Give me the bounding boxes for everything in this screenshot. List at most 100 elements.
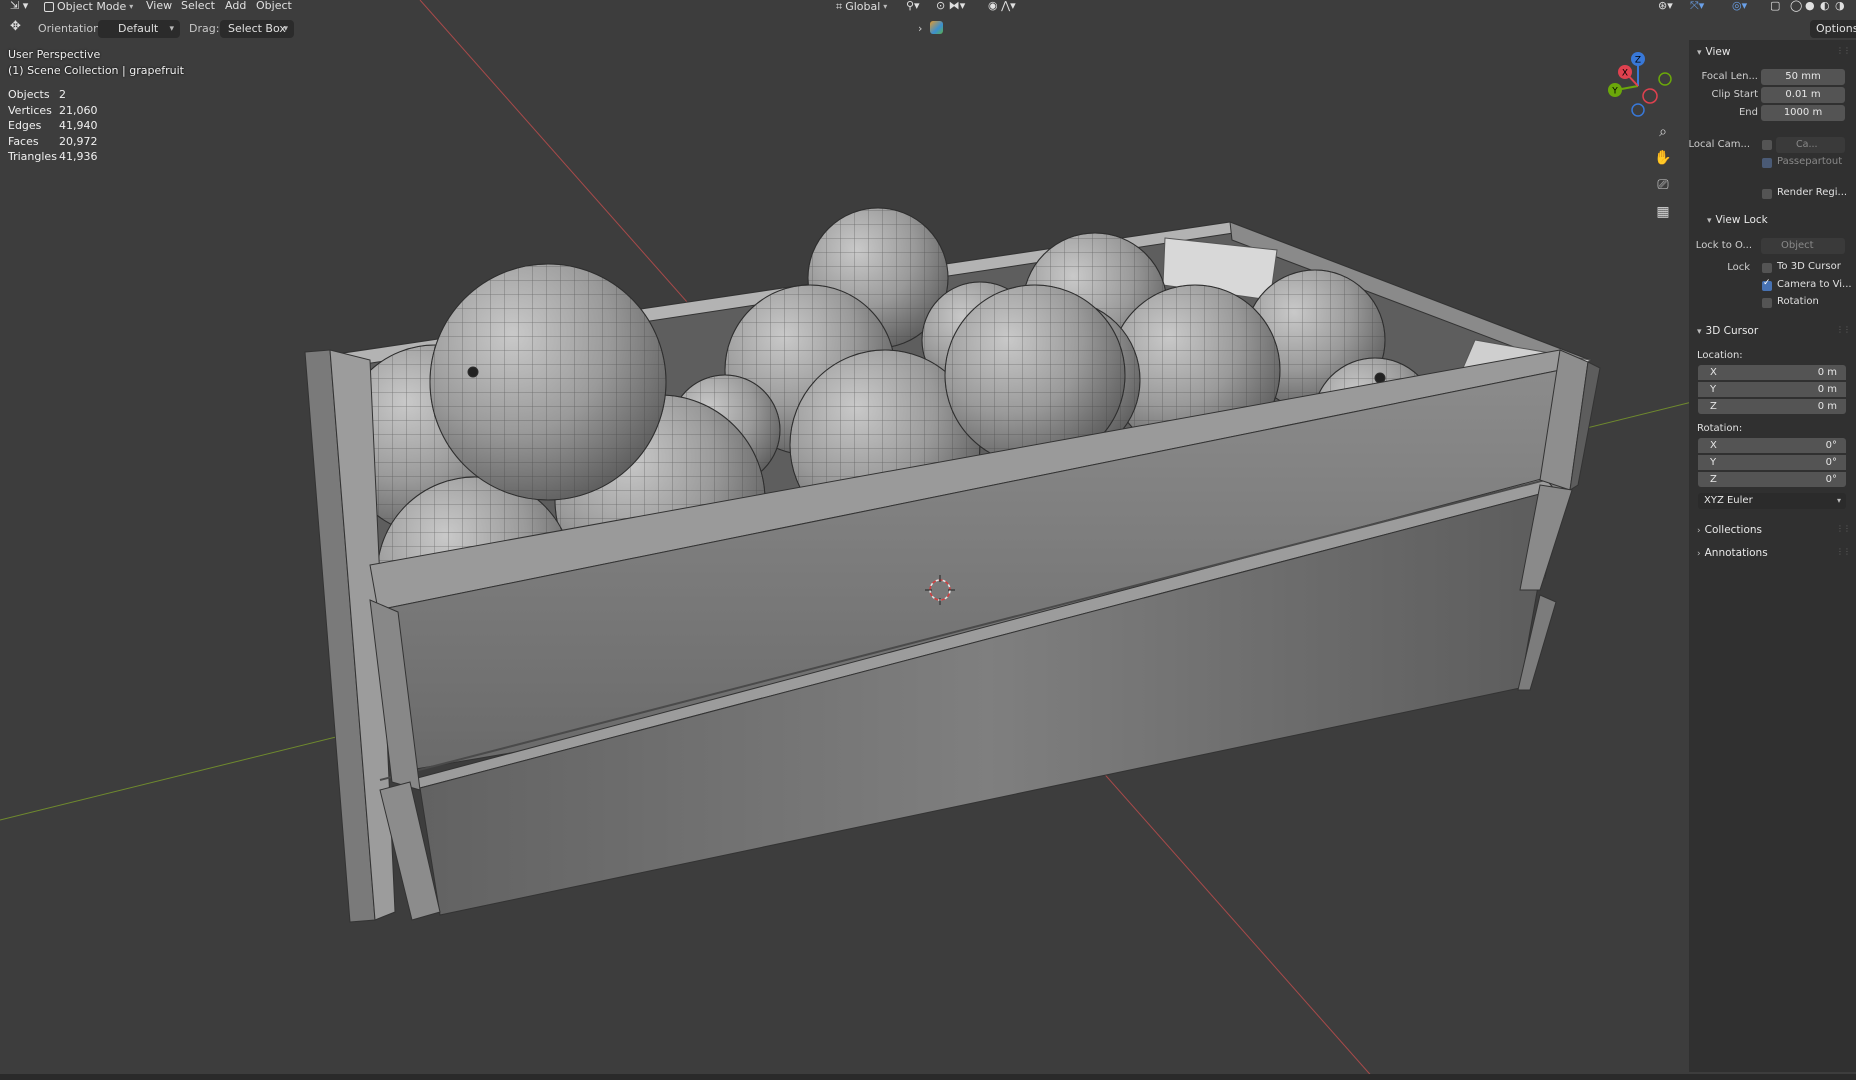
drag-grip-icon[interactable]: ⋮⋮ — [1836, 547, 1851, 556]
stat-row: Faces 20,972 — [8, 134, 98, 148]
sidebar-toggle-chevron-icon[interactable]: › — [918, 22, 922, 35]
cursor-location-z[interactable]: Z0 m — [1698, 399, 1846, 414]
chevron-down-icon: ▾ — [283, 24, 288, 34]
collections-header[interactable]: › Collections — [1697, 524, 1762, 536]
chevron-right-icon: › — [1697, 549, 1701, 559]
svg-text:Y: Y — [1611, 87, 1618, 97]
chevron-down-icon: ▾ — [1697, 327, 1702, 337]
chevron-down-icon: ▾ — [1707, 216, 1712, 226]
cursor-rotation-label: Rotation: — [1697, 423, 1743, 434]
lock-rotation-label: Rotation — [1777, 296, 1819, 307]
mode-dropdown[interactable]: Object Mode ▾ — [44, 0, 133, 13]
orientation-dropdown[interactable]: Default ▾ — [98, 20, 180, 38]
editor-type-icon[interactable]: ⇲ ▾ — [10, 0, 28, 13]
svg-text:X: X — [1622, 69, 1628, 79]
orientation-icon: ⌗ — [836, 0, 843, 13]
rendered-shading-icon[interactable]: ◑ — [1835, 0, 1845, 13]
wireframe-shading-icon[interactable]: ◯ — [1790, 0, 1802, 13]
snap-icon[interactable]: ⊙ ⧓▾ — [936, 0, 965, 13]
chevron-down-icon: ▾ — [169, 24, 174, 34]
gizmo-toggle-icon[interactable]: ⤧▾ — [1690, 0, 1704, 13]
cursor-rotation-x[interactable]: X 0° — [1698, 438, 1846, 453]
drag-grip-icon[interactable]: ⋮⋮ — [1836, 325, 1851, 334]
render-region-checkbox[interactable] — [1762, 189, 1772, 199]
cursor-rotation-z[interactable]: Z 0° — [1698, 472, 1846, 487]
menu-view[interactable]: View — [146, 0, 172, 13]
lock-to-cursor-checkbox[interactable] — [1762, 263, 1772, 273]
chevron-down-icon: ▾ — [883, 1, 888, 11]
3d-viewport[interactable] — [0, 0, 1856, 1080]
focal-length-label: Focal Len... — [1701, 71, 1758, 82]
sidebar-panel: ▾ View ⋮⋮ Focal Len... 50 mm Clip Start 0… — [1689, 40, 1856, 1072]
to-3d-cursor-label: To 3D Cursor — [1777, 261, 1841, 272]
stat-row: Objects 2 — [8, 88, 66, 101]
cursor-rotation-y[interactable]: Y 0° — [1698, 455, 1846, 470]
chevron-down-icon: ▾ — [1697, 48, 1702, 58]
cursor-location-x[interactable]: X0 m — [1698, 365, 1846, 380]
clip-start-field[interactable]: 0.01 m — [1761, 87, 1845, 103]
local-camera-field[interactable]: Ca... — [1776, 137, 1845, 153]
svg-text:Z: Z — [1635, 56, 1641, 66]
view-name: User Perspective — [8, 48, 101, 61]
proportional-edit-icon[interactable]: ◉ ⋀▾ — [988, 0, 1016, 13]
chevron-down-icon: ▾ — [129, 1, 134, 11]
focal-length-field[interactable]: 50 mm — [1761, 69, 1845, 85]
rotation-mode-dropdown[interactable]: XYZ Euler ▾ — [1698, 493, 1846, 509]
local-camera-checkbox[interactable] — [1762, 140, 1772, 150]
cursor-location-y[interactable]: Y0 m — [1698, 382, 1846, 397]
solid-shading-icon[interactable]: ● — [1805, 0, 1815, 13]
menu-object[interactable]: Object — [256, 0, 292, 13]
object-mode-icon — [44, 1, 54, 12]
pivot-icon[interactable]: ⚲▾ — [906, 0, 920, 13]
viewport-scene — [0, 0, 1701, 1080]
zoom-icon[interactable]: ⌕ — [1651, 120, 1675, 144]
viewport-header: ⇲ ▾ Object Mode ▾ View Select Add Object… — [0, 0, 1856, 13]
menu-select[interactable]: Select — [181, 0, 215, 13]
chevron-right-icon: › — [1697, 526, 1701, 536]
view-panel-header[interactable]: ▾ View — [1697, 46, 1730, 58]
drag-grip-icon[interactable]: ⋮⋮ — [1836, 46, 1851, 55]
collection-info: (1) Scene Collection | grapefruit — [8, 64, 184, 77]
overlays-icon[interactable]: ◎▾ — [1732, 0, 1747, 13]
chevron-down-icon: ▾ — [1836, 496, 1841, 505]
scene-statistics: Objects 2 Vertices 21,060 Edges 41,940 Face… — [8, 88, 98, 166]
lock-label: Lock — [1727, 262, 1750, 273]
view-lock-header[interactable]: ▾ View Lock — [1707, 214, 1768, 226]
asset-cube-icon[interactable] — [930, 21, 943, 34]
lock-to-object-field[interactable]: Object — [1761, 238, 1845, 254]
orientation-label: Orientation: — [38, 22, 104, 35]
camera-to-view-checkbox[interactable] — [1762, 278, 1772, 291]
passepartout-label: Passepartout — [1777, 156, 1843, 167]
pan-hand-icon[interactable]: ✋ — [1651, 146, 1675, 170]
cursor-location-label: Location: — [1697, 350, 1743, 361]
perspective-grid-icon[interactable]: ▦ — [1651, 200, 1675, 224]
clip-end-field[interactable]: 1000 m — [1761, 105, 1845, 121]
3d-cursor-header[interactable]: ▾ 3D Cursor — [1697, 325, 1758, 337]
drag-grip-icon[interactable]: ⋮⋮ — [1836, 524, 1851, 533]
camera-view-icon[interactable]: ⎚ — [1651, 173, 1675, 197]
lock-rotation-checkbox[interactable] — [1762, 298, 1772, 308]
clip-start-label: Clip Start — [1711, 89, 1759, 100]
tool-settings-bar: ✥ Orientation: Default ▾ Drag: Select Bo… — [0, 19, 1856, 39]
stat-row: Vertices 21,060 — [8, 103, 98, 117]
transform-orientation-dropdown[interactable]: ⌗ Global ▾ — [836, 0, 887, 13]
local-camera-label: Local Cam... — [1688, 139, 1750, 150]
transform-tool-icon[interactable]: ✥ — [10, 19, 21, 34]
drag-dropdown[interactable]: Select Box ▾ — [220, 20, 294, 38]
stat-row: Edges 41,940 — [8, 119, 98, 132]
camera-to-view-label: Camera to Vi... — [1777, 279, 1852, 290]
render-region-label: Render Regi... — [1777, 187, 1848, 198]
clip-end-label: End — [1738, 107, 1758, 118]
menu-add[interactable]: Add — [225, 0, 246, 13]
options-button[interactable]: Options — [1810, 20, 1856, 38]
status-bar — [0, 1074, 1856, 1080]
visibility-icon[interactable]: ⊛▾ — [1658, 0, 1673, 13]
orientation-gizmo[interactable]: Z Y X — [1595, 48, 1685, 123]
stat-row: Triangles 41,936 — [8, 150, 98, 163]
lock-to-object-label: Lock to O... — [1695, 240, 1752, 251]
passepartout-checkbox[interactable] — [1762, 158, 1772, 168]
drag-label: Drag: — [189, 22, 220, 35]
annotations-header[interactable]: › Annotations — [1697, 547, 1768, 559]
material-shading-icon[interactable]: ◐ — [1820, 0, 1830, 13]
xray-icon[interactable]: ▢ — [1770, 0, 1780, 13]
